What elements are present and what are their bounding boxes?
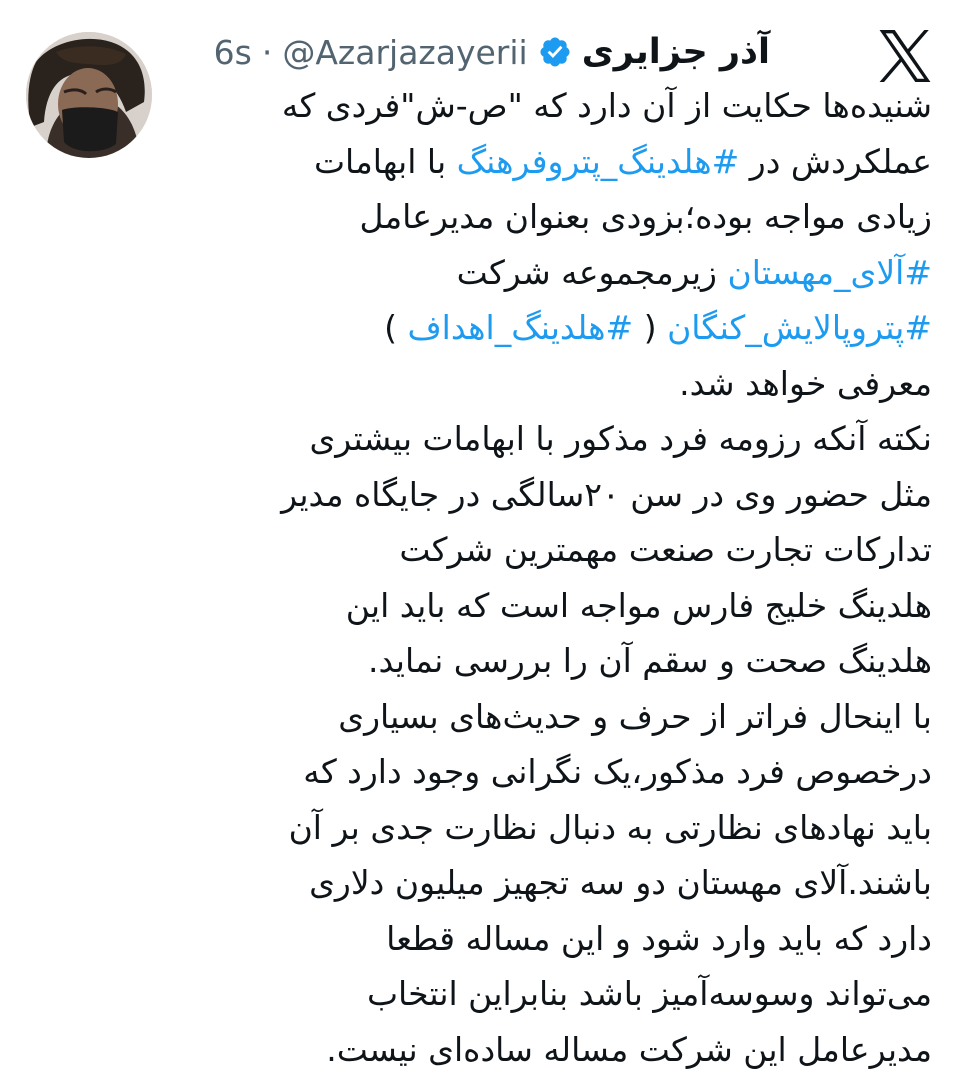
tweet-line: می‌تواند وسوسه‌آمیز باشد بنابراین انتخاب [172, 966, 932, 1022]
tweet-line: درخصوص فرد مذکور،یک نگرانی وجود دارد که [172, 744, 932, 800]
tweet-line: مثل حضور وی در سن ۲۰سالگی در جایگاه مدیر [172, 467, 932, 523]
tweet-line: #آلای_مهستان زیرمجموعه شرکت [172, 245, 932, 301]
tweet-line: زیادی مواجه بوده؛بزودی بعنوان مدیرعامل [172, 189, 932, 245]
tweet-text-segment: زیرمجموعه شرکت [457, 253, 728, 292]
tweet-text: شنیده‌ها حکایت از آن دارد که "ص-ش"فردی ک… [172, 78, 932, 1077]
tweet-line: تدارکات تجارت صنعت مهمترین شرکت [172, 522, 932, 578]
tweet-header: آذر جزایری @Azarjazayerii · 6s [214, 22, 770, 82]
tweet-line: هلدینگ صحت و سقم آن را بررسی نماید. [172, 633, 932, 689]
tweet-text-segment: ( [633, 308, 667, 347]
tweet-timestamp[interactable]: 6s [214, 33, 252, 72]
separator-dot: · [262, 33, 273, 72]
tweet-line: هلدینگ خلیج فارس مواجه است که باید این [172, 578, 932, 634]
verified-badge-icon[interactable] [538, 35, 572, 69]
tweet-text-segment: عملکردش در [739, 142, 932, 181]
tweet-line: با اینحال فراتر از حرف و حدیث‌های بسیاری [172, 689, 932, 745]
tweet-line: باید نهادهای نظارتی به دنبال نظارت جدی ب… [172, 800, 932, 856]
tweet-line: باشند.آلای مهستان دو سه تجهیز میلیون دلا… [172, 855, 932, 911]
hashtag-link[interactable]: #پتروپالایش_کنگان [667, 308, 932, 347]
tweet-line: نکته آنکه رزومه فرد مذکور با ابهامات بیش… [172, 411, 932, 467]
author-handle[interactable]: @Azarjazayerii [282, 33, 527, 72]
hashtag-link[interactable]: #آلای_مهستان [727, 253, 932, 292]
tweet-line: شنیده‌ها حکایت از آن دارد که "ص-ش"فردی ک… [172, 78, 932, 134]
hashtag-link[interactable]: #هلدینگ_اهداف [407, 308, 633, 347]
tweet-text-segment: با ابهامات [314, 142, 457, 181]
tweet-line: دارد که باید وارد شود و این مساله قطعا [172, 911, 932, 967]
hashtag-link[interactable]: #هلدینگ_پتروفرهنگ [457, 142, 740, 181]
tweet-card: آذر جزایری @Azarjazayerii · 6s شنیده‌ها … [0, 0, 960, 1071]
tweet-text-segment: ) [384, 308, 407, 347]
avatar-image [26, 32, 152, 158]
tweet-line: #پتروپالایش_کنگان ( #هلدینگ_اهداف ) [172, 300, 932, 356]
tweet-line: عملکردش در #هلدینگ_پتروفرهنگ با ابهامات [172, 134, 932, 190]
avatar[interactable] [26, 32, 152, 158]
author-display-name[interactable]: آذر جزایری [582, 32, 770, 72]
tweet-line: مدیرعامل این شرکت مساله ساده‌ای نیست. [172, 1022, 932, 1077]
tweet-line: معرفی خواهد شد. [172, 356, 932, 412]
x-logo-icon[interactable] [876, 30, 934, 82]
